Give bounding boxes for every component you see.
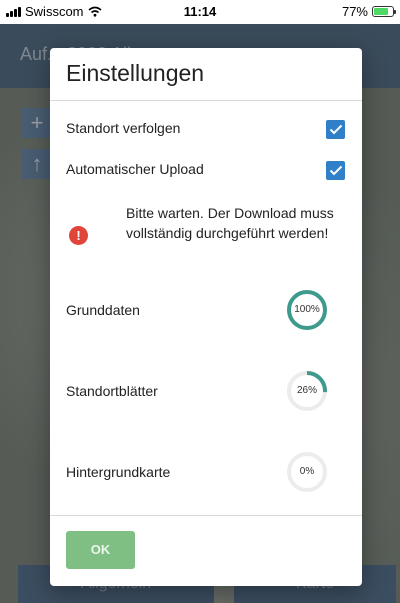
progress-value: 26%: [296, 385, 317, 396]
title-divider: [50, 100, 362, 101]
progress-value: 100%: [294, 304, 320, 315]
check-icon: [329, 165, 342, 176]
footer-divider: [50, 515, 362, 516]
status-right: 77%: [341, 4, 396, 19]
status-bar: Swisscom 11:14 77%: [0, 0, 400, 24]
ok-button[interactable]: OK: [66, 531, 135, 569]
warning-message: Bitte warten. Der Download muss vollstän…: [126, 205, 334, 241]
progress-ring-grunddaten: 100%: [285, 288, 329, 332]
battery-percentage: 77%: [341, 4, 368, 19]
battery-icon: [372, 6, 396, 17]
progress-ring-hintergrundkarte: 0%: [285, 450, 329, 494]
dialog-title: Einstellungen: [66, 60, 205, 86]
setting-label-upload: Automatischer Upload: [66, 161, 204, 177]
status-time: 11:14: [183, 4, 217, 19]
exclamation-icon: !: [69, 226, 88, 245]
download-label-hintergrundkarte: Hintergrundkarte: [66, 464, 171, 480]
download-label-grunddaten: Grunddaten: [66, 302, 140, 318]
setting-label-standort: Standort verfolgen: [66, 120, 181, 136]
download-label-standortblaetter: Standortblätter: [66, 383, 158, 399]
check-icon: [329, 124, 342, 135]
settings-dialog: Einstellungen Standort verfolgen Automat…: [50, 48, 362, 586]
checkbox-automatischer-upload[interactable]: [326, 161, 345, 180]
progress-ring-standortblaetter: 26%: [285, 369, 329, 413]
progress-value: 0%: [299, 466, 315, 477]
checkbox-standort-verfolgen[interactable]: [326, 120, 345, 139]
